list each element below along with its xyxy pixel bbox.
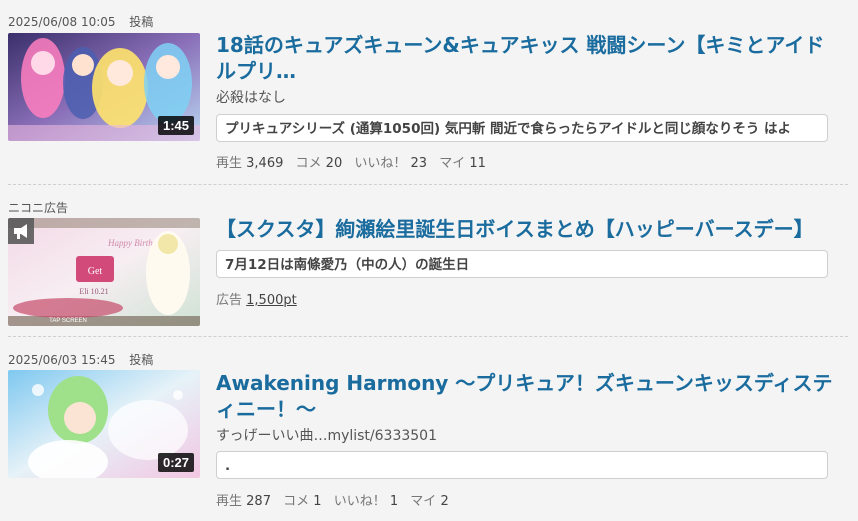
video-description: 必殺はなし — [216, 90, 286, 106]
thumb-tap-text: TAP SCREEN — [49, 318, 87, 324]
views-label: 再生 — [216, 156, 243, 171]
posted-label: 投稿 — [129, 15, 154, 29]
ad-stats: 広告 1,500pt — [216, 289, 297, 308]
video-stats: 再生 3,469 コメ 20 いいね！ 23 マイ 11 — [216, 152, 486, 171]
likes-label: いいね！ — [333, 494, 386, 509]
post-meta: 2025/06/08 10:05 投稿 — [8, 13, 153, 30]
latest-comment: プリキュアシリーズ (通算1050回) 気円斬 間近で食らったらアイドルと同じ顔… — [216, 114, 828, 142]
ad-price-link[interactable]: 1,500pt — [246, 293, 297, 308]
posted-date: 2025/06/03 15:45 — [8, 353, 116, 367]
views-count: 3,469 — [246, 156, 284, 171]
post-meta: 2025/06/03 15:45 投稿 — [8, 351, 153, 368]
likes-label: いいね！ — [354, 156, 407, 171]
mylist-count: 11 — [469, 156, 486, 171]
posted-date: 2025/06/08 10:05 — [8, 15, 116, 29]
thumbnail-image: Get Eli 10.21 Happy Birthday TAP SCREEN — [8, 218, 200, 326]
divider — [8, 184, 848, 185]
video-title[interactable]: Awakening Harmony ～プリキュア！ズキューンキッスディスティニー… — [216, 370, 836, 422]
latest-comment: . — [216, 451, 828, 479]
thumb-date-text: Eli 10.21 — [79, 287, 108, 296]
likes-count: 1 — [389, 494, 399, 509]
ad-label: ニコニ広告 — [8, 201, 69, 215]
mylist-label: マイ — [439, 156, 466, 171]
video-description: すっげーいい曲…mylist/6333501 — [216, 428, 437, 444]
duration-badge: 1:45 — [157, 116, 194, 135]
video-stats: 再生 287 コメ 1 いいね！ 1 マイ 2 — [216, 490, 449, 509]
mylist-label: マイ — [410, 494, 437, 509]
views-label: 再生 — [216, 494, 243, 509]
views-count: 287 — [246, 494, 271, 509]
video-thumbnail[interactable]: 1:45 — [8, 33, 200, 141]
mylist-count: 2 — [440, 494, 449, 509]
posted-label: 投稿 — [129, 353, 154, 367]
comments-label: コメ — [283, 494, 310, 509]
comments-count: 1 — [313, 494, 322, 509]
likes-count: 23 — [410, 156, 428, 171]
thumb-get-text: Get — [88, 266, 103, 277]
comments-label: コメ — [295, 156, 322, 171]
video-title[interactable]: 18話のキュアズキューン&キュアキッス 戦闘シーン【キミとアイドルプリ… — [216, 32, 836, 84]
ad-title[interactable]: 【スクスタ】絢瀬絵里誕生日ボイスまとめ【ハッピーバースデー】 — [216, 216, 836, 242]
comments-count: 20 — [325, 156, 343, 171]
video-thumbnail[interactable]: 0:27 — [8, 370, 200, 478]
duration-badge: 0:27 — [157, 453, 194, 472]
ad-prefix: 広告 — [216, 293, 243, 308]
divider — [8, 336, 848, 337]
ad-comment: 7月12日は南條愛乃（中の人）の誕生日 — [216, 250, 828, 278]
ad-thumbnail[interactable]: Get Eli 10.21 Happy Birthday TAP SCREEN — [8, 218, 200, 326]
